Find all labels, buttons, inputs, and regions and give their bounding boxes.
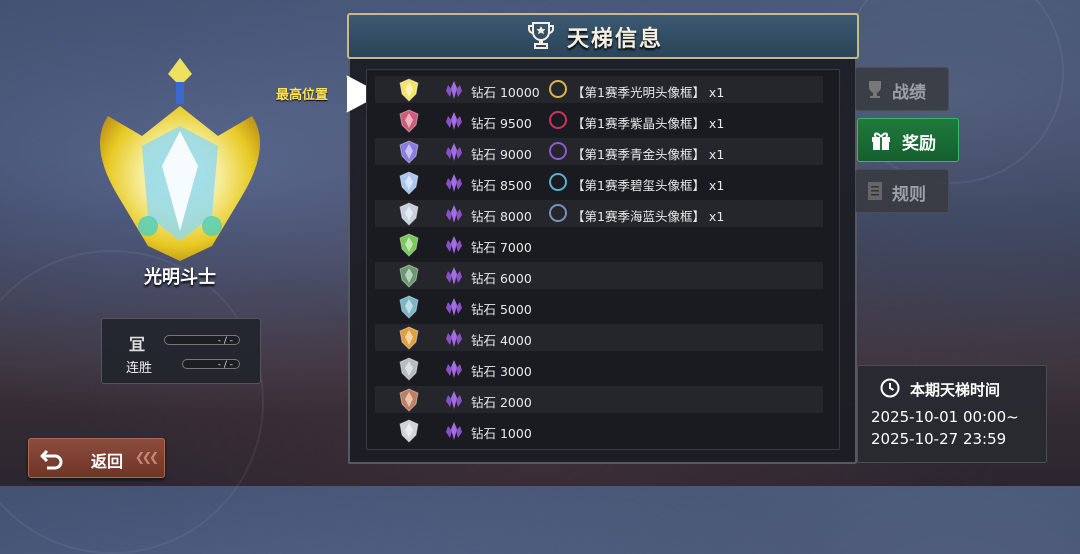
reward-text: 【第1赛季紫晶头像框】 x1 <box>572 116 725 131</box>
win-streak-label: 连胜 <box>126 361 153 376</box>
background-decoration <box>0 250 264 554</box>
tier-label: 钻石 7000 <box>471 240 532 255</box>
tier-label: 钻石 10000 <box>471 85 540 100</box>
tier-row: 钻石 9000 【第1赛季青金头像框】 x1 <box>375 138 823 165</box>
tier-row: 钻石 7000 <box>375 231 823 258</box>
rank-name: 光明斗士 <box>144 267 216 288</box>
season-title: 本期天梯时间 <box>910 381 1001 399</box>
tier-label: 钻石 8500 <box>471 178 532 193</box>
tier-label: 钻石 6000 <box>471 271 532 286</box>
stats-panel: 冝 - / - 连胜 - / - <box>101 318 261 384</box>
avatar-frame-icon <box>549 142 567 160</box>
chevron-decoration: ❮❮❮ <box>134 450 159 464</box>
back-arrow-icon <box>40 449 63 470</box>
tier-row: 钻石 5000 <box>375 293 823 320</box>
tier-label: 钻石 5000 <box>471 302 532 317</box>
tier-list[interactable]: 钻石 10000 【第1赛季光明头像框】 x1 钻石 9500 【第1赛季紫晶头像框】… <box>366 69 840 450</box>
stat-bar-2: - / - <box>182 359 240 370</box>
diamond-gem-icon <box>446 112 462 130</box>
season-start: 2025-10-01 00:00~ <box>871 408 1019 426</box>
tier-row: 钻石 9500 【第1赛季紫晶头像框】 x1 <box>375 107 823 134</box>
tier-row: 钻石 10000 【第1赛季光明头像框】 x1 <box>375 76 823 103</box>
tier-label: 钻石 3000 <box>471 364 532 379</box>
reward-text: 【第1赛季海蓝头像框】 x1 <box>572 209 725 224</box>
diamond-gem-icon <box>446 391 462 409</box>
back-button[interactable]: 返回 ❮❮❮ <box>28 438 165 478</box>
diamond-gem-icon <box>446 422 462 440</box>
diamond-gem-icon <box>446 298 462 316</box>
rank-badge-icon <box>399 295 419 319</box>
tier-label: 钻石 2000 <box>471 395 532 410</box>
title-bar: 天梯信息 <box>347 13 859 59</box>
highest-position-label: 最高位置 <box>276 88 329 103</box>
rank-badge-icon <box>399 171 419 195</box>
rank-badge-icon <box>399 78 419 102</box>
rank-badge-icon <box>399 326 419 350</box>
diamond-gem-icon <box>446 267 462 285</box>
rank-badge-icon <box>399 233 419 257</box>
reward-text: 【第1赛季碧玺头像框】 x1 <box>572 178 725 193</box>
tab-label: 奖励 <box>902 134 936 154</box>
rank-emblem <box>100 58 260 261</box>
diamond-gem-icon <box>446 143 462 161</box>
avatar-frame-icon <box>549 204 567 222</box>
trophy-icon <box>869 81 881 98</box>
tier-label: 钻石 4000 <box>471 333 532 348</box>
document-icon <box>868 182 882 200</box>
season-end: 2025-10-27 23:59 <box>871 430 1007 448</box>
rank-badge-icon <box>399 264 419 288</box>
diamond-gem-icon <box>446 81 462 99</box>
clock-icon <box>880 378 900 398</box>
rank-badge-icon <box>399 202 419 226</box>
tier-row: 钻石 1000 <box>375 417 823 444</box>
tier-label: 钻石 1000 <box>471 426 532 441</box>
tab-label: 战绩 <box>892 83 926 103</box>
tier-row: 钻石 8000 【第1赛季海蓝头像框】 x1 <box>375 200 823 227</box>
season-time-panel: 本期天梯时间 2025-10-01 00:00~ 2025-10-27 23:5… <box>857 365 1047 463</box>
diamond-gem-icon <box>446 329 462 347</box>
page-title: 天梯信息 <box>567 27 664 52</box>
gift-icon <box>872 132 890 150</box>
tier-row: 钻石 4000 <box>375 324 823 351</box>
tab-label: 规则 <box>892 185 926 205</box>
reward-text: 【第1赛季青金头像框】 x1 <box>572 147 725 162</box>
rank-badge-icon <box>399 109 419 133</box>
rank-badge-icon <box>399 140 419 164</box>
rank-badge-icon <box>399 388 419 412</box>
tab-rules[interactable]: 规则 <box>855 169 949 213</box>
diamond-gem-icon <box>446 236 462 254</box>
diamond-gem-icon <box>446 174 462 192</box>
diamond-gem-icon <box>446 360 462 378</box>
reward-text: 【第1赛季光明头像框】 x1 <box>572 85 725 100</box>
streak-icon: 冝 <box>129 335 146 354</box>
avatar-frame-icon <box>549 80 567 98</box>
tier-label: 钻石 9000 <box>471 147 532 162</box>
stat-bar-1: - / - <box>164 335 240 346</box>
rank-badge-icon <box>399 419 419 443</box>
tier-row: 钻石 3000 <box>375 355 823 382</box>
tier-row: 钻石 6000 <box>375 262 823 289</box>
avatar-frame-icon <box>549 173 567 191</box>
tab-rewards[interactable]: 奖励 <box>857 118 959 162</box>
rank-badge-icon <box>399 357 419 381</box>
back-label: 返回 <box>91 452 124 471</box>
diamond-gem-icon <box>446 205 462 223</box>
avatar-frame-icon <box>549 111 567 129</box>
tier-label: 钻石 8000 <box>471 209 532 224</box>
tier-label: 钻石 9500 <box>471 116 532 131</box>
tier-row: 钻石 8500 【第1赛季碧玺头像框】 x1 <box>375 169 823 196</box>
trophy-icon <box>528 22 554 49</box>
tier-row: 钻石 2000 <box>375 386 823 413</box>
tab-record[interactable]: 战绩 <box>855 67 949 111</box>
